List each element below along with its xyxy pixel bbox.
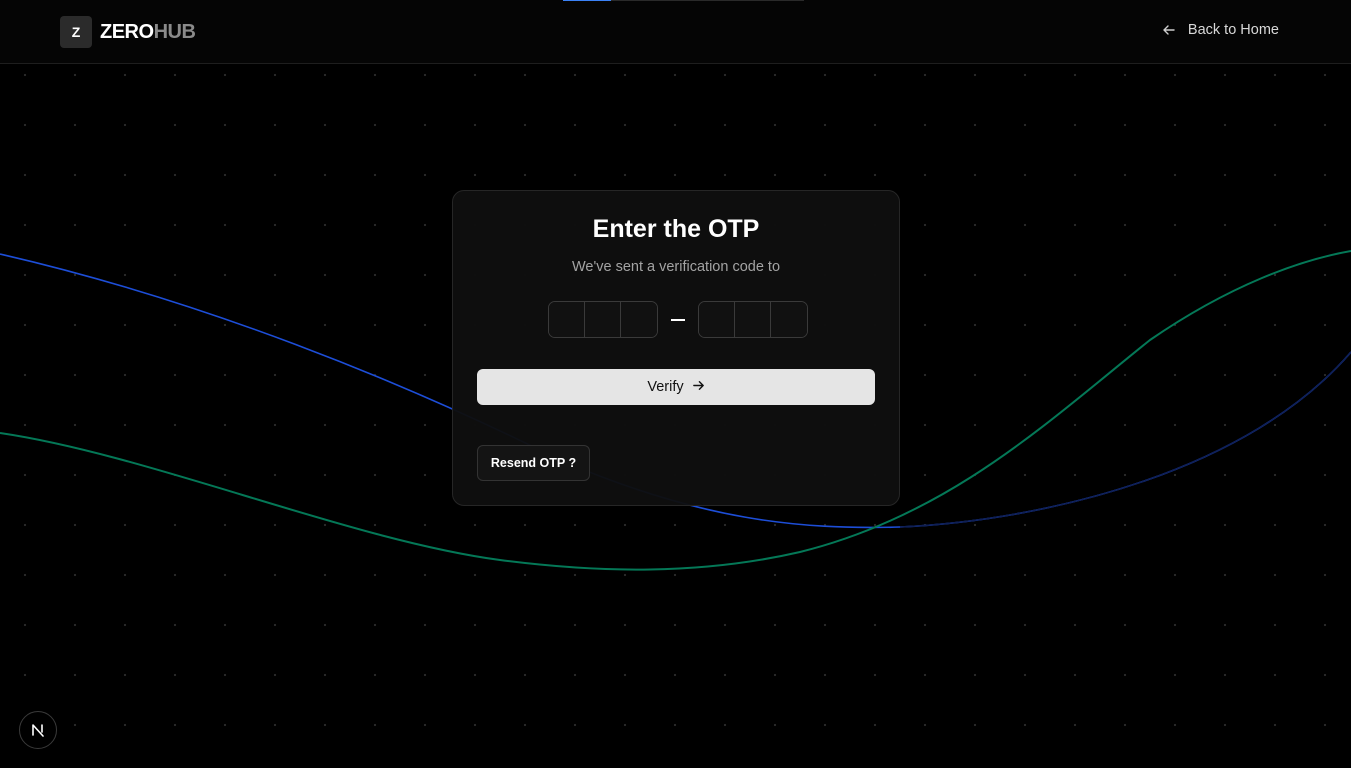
otp-group-2: [698, 301, 808, 338]
top-header: Z ZEROHUB Back to Home: [0, 0, 1351, 64]
otp-slot-4[interactable]: [699, 302, 735, 337]
loading-progress-fill: [563, 0, 612, 1]
dark-blue-wave: [899, 351, 1351, 528]
loading-progress-track: [563, 0, 804, 1]
page-title: Enter the OTP: [592, 215, 760, 243]
back-to-home-link[interactable]: Back to Home: [1162, 22, 1279, 38]
verify-button[interactable]: Verify: [477, 369, 875, 405]
back-to-home-label: Back to Home: [1187, 22, 1279, 38]
otp-slot-5[interactable]: [735, 302, 771, 337]
logo-wordmark-primary: ZERO: [100, 20, 154, 43]
verification-subtitle: We've sent a verification code to: [571, 259, 781, 275]
arrow-right-icon: [692, 379, 705, 396]
logo-wordmark-secondary: HUB: [153, 20, 196, 43]
otp-slot-1[interactable]: [549, 302, 585, 337]
otp-slot-2[interactable]: [585, 302, 621, 337]
nextjs-n-icon[interactable]: [19, 711, 57, 749]
logo-mark: Z: [60, 16, 92, 48]
otp-input: [548, 301, 808, 338]
verify-label: Verify: [647, 379, 684, 395]
otp-card: Enter the OTP We've sent a verification …: [452, 190, 900, 506]
otp-group-1: [548, 301, 658, 338]
otp-separator: [658, 318, 698, 321]
otp-slot-3[interactable]: [621, 302, 657, 337]
otp-page: Z ZEROHUB Back to Home Enter the OTP We'…: [0, 0, 1351, 768]
arrow-left-icon: [1162, 23, 1176, 37]
otp-slot-6[interactable]: [771, 302, 807, 337]
logo-wordmark: ZEROHUB: [100, 20, 196, 44]
brand-logo[interactable]: Z ZEROHUB: [60, 16, 196, 48]
resend-otp-button[interactable]: Resend OTP ?: [477, 445, 590, 481]
